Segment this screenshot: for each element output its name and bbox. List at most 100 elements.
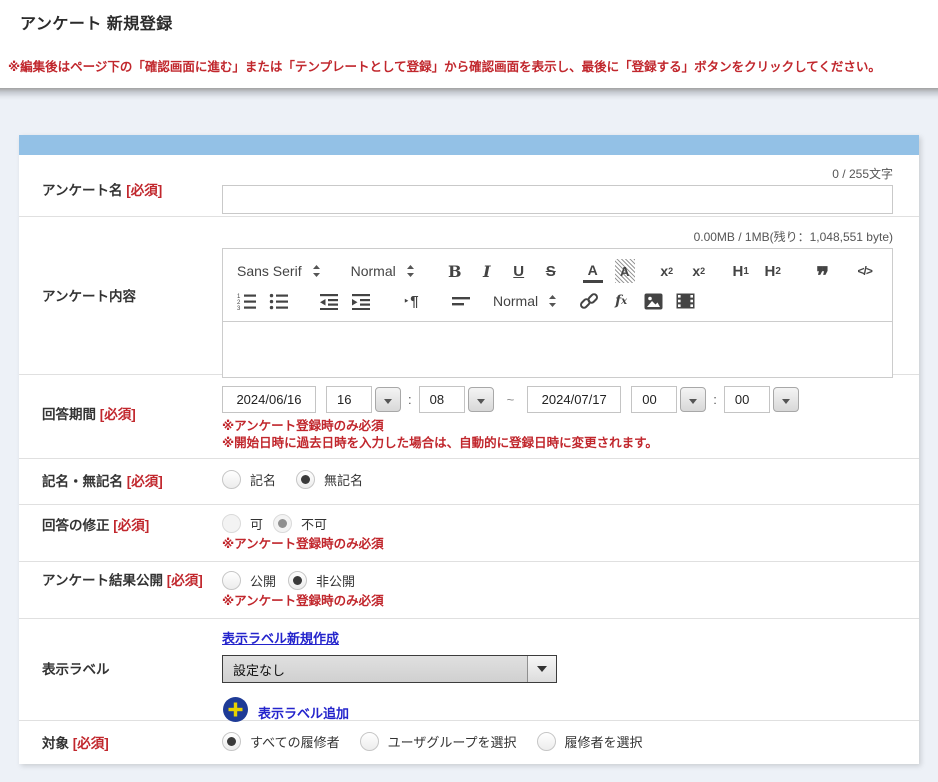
code-block-icon[interactable]: </>: [855, 259, 875, 283]
start-date-input[interactable]: [222, 386, 316, 413]
blockquote-icon[interactable]: ❞: [813, 259, 833, 283]
outdent-icon[interactable]: [319, 289, 339, 313]
text-direction-icon[interactable]: ‣¶: [401, 289, 421, 313]
radio-select-students-label: 履修者を選択: [565, 732, 643, 751]
start-minute-input[interactable]: [419, 386, 465, 413]
page-body: アンケート名 [必須] 0 / 255文字 アンケート内容 0.00MB / 1…: [0, 100, 938, 782]
end-minute-dropdown-button[interactable]: [773, 387, 799, 412]
modify-note: ※アンケート登録時のみ必須: [222, 536, 893, 553]
edit-warning-text: ※編集後はページ下の「確認画面に進む」または「テンプレートとして登録」から確認画…: [8, 56, 918, 75]
panel-header-bar: [19, 135, 919, 155]
editor-content-area[interactable]: [222, 322, 893, 378]
indent-icon[interactable]: [351, 289, 371, 313]
rich-text-editor: Sans Serif Normal B: [222, 248, 893, 378]
survey-name-input[interactable]: [222, 185, 893, 214]
start-hour-input[interactable]: [326, 386, 372, 413]
highlight-color-icon[interactable]: A: [615, 259, 635, 283]
radio-modify-allowed-label: 可: [250, 514, 263, 533]
caret-down-icon: [537, 666, 547, 672]
add-display-label-text: 表示ラベル追加: [258, 703, 349, 722]
radio-anonymous-label: 無記名: [324, 470, 363, 489]
caret-down-icon: [782, 399, 790, 404]
link-icon[interactable]: [579, 289, 599, 313]
required-badge: [必須]: [113, 518, 149, 533]
caret-down-icon: [689, 399, 697, 404]
required-badge: [必須]: [127, 474, 163, 489]
header2-icon[interactable]: H2: [763, 259, 783, 283]
start-minute-dropdown-button[interactable]: [468, 387, 494, 412]
row-answer-period: 回答期間 [必須] : ~: [19, 375, 919, 459]
period-label: 回答期間: [42, 407, 96, 422]
survey-name-label: アンケート名: [42, 183, 122, 198]
editor-toolbar: Sans Serif Normal B: [222, 248, 893, 322]
required-badge: [必須]: [100, 407, 136, 422]
publish-note: ※アンケート登録時のみ必須: [222, 593, 893, 610]
bold-icon[interactable]: B: [445, 259, 465, 283]
superscript-icon[interactable]: x2: [689, 259, 709, 283]
subscript-icon[interactable]: x2: [657, 259, 677, 283]
page-title: アンケート 新規登録: [20, 10, 918, 34]
time-colon: :: [713, 392, 717, 407]
end-hour-input[interactable]: [631, 386, 677, 413]
underline-icon[interactable]: U: [509, 259, 529, 283]
radio-user-group[interactable]: [360, 732, 379, 751]
radio-select-students[interactable]: [537, 732, 556, 751]
row-answer-modify: 回答の修正 [必須] 可 不可 ※アンケート登録時のみ必須: [19, 505, 919, 562]
radio-anonymous[interactable]: [296, 470, 315, 489]
select-dropdown-button[interactable]: [527, 656, 556, 682]
end-hour-dropdown-button[interactable]: [680, 387, 706, 412]
period-note-1: ※アンケート登録時のみ必須: [222, 418, 893, 435]
updown-caret-icon: [548, 294, 557, 308]
text-color-icon[interactable]: A: [583, 259, 603, 283]
required-badge: [必須]: [167, 573, 203, 588]
row-survey-content: アンケート内容 0.00MB / 1MB(残り：1,048,551 byte) …: [19, 217, 919, 375]
radio-private[interactable]: [288, 571, 307, 590]
anonymity-label: 記名・無記名: [42, 474, 123, 489]
updown-caret-icon: [312, 264, 321, 278]
required-badge: [必須]: [73, 736, 109, 751]
end-date-input[interactable]: [527, 386, 621, 413]
display-label-select-value: 設定なし: [223, 660, 527, 679]
radio-user-group-label: ユーザグループを選択: [388, 732, 517, 751]
bullet-list-icon[interactable]: [269, 289, 289, 313]
target-label: 対象: [42, 736, 69, 751]
header-picker[interactable]: Normal: [351, 263, 415, 279]
row-result-publish: アンケート結果公開 [必須] 公開 非公開 ※アンケート登録時のみ必須: [19, 562, 919, 619]
svg-text:3: 3: [237, 306, 241, 310]
strikethrough-icon[interactable]: S: [541, 259, 561, 283]
radio-modify-not-allowed-label: 不可: [301, 514, 327, 533]
radio-signed[interactable]: [222, 470, 241, 489]
create-display-label-link[interactable]: 表示ラベル新規作成: [222, 631, 339, 646]
start-hour-dropdown-button[interactable]: [375, 387, 401, 412]
modify-label: 回答の修正: [42, 518, 110, 533]
italic-icon[interactable]: I: [477, 259, 497, 283]
align-icon[interactable]: [451, 289, 471, 313]
radio-all-students-label: すべての履修者: [250, 732, 340, 751]
video-icon[interactable]: [675, 289, 695, 313]
range-separator: ~: [507, 392, 515, 407]
row-anonymity: 記名・無記名 [必須] 記名 無記名: [19, 459, 919, 505]
lineheight-picker[interactable]: Normal: [493, 293, 557, 309]
font-picker[interactable]: Sans Serif: [237, 263, 321, 279]
header1-icon[interactable]: H1: [731, 259, 751, 283]
required-badge: [必須]: [126, 183, 162, 198]
row-display-label: 表示ラベル 表示ラベル新規作成 設定なし 表示ラベル追加: [19, 619, 919, 721]
formula-icon[interactable]: fx: [611, 289, 631, 313]
end-minute-input[interactable]: [724, 386, 770, 413]
radio-modify-allowed[interactable]: [222, 514, 241, 533]
image-icon[interactable]: [643, 289, 663, 313]
radio-signed-label: 記名: [250, 470, 276, 489]
survey-form-panel: アンケート名 [必須] 0 / 255文字 アンケート内容 0.00MB / 1…: [19, 135, 919, 764]
caret-down-icon: [477, 399, 485, 404]
display-label-select[interactable]: 設定なし: [222, 655, 557, 683]
period-note-2: ※開始日時に過去日時を入力した場合は、自動的に登録日時に変更されます。: [222, 435, 893, 452]
row-target: 対象 [必須] すべての履修者 ユーザグループを選択 履修者を選択: [19, 721, 919, 764]
ordered-list-icon[interactable]: 123: [237, 289, 257, 313]
radio-private-label: 非公開: [316, 571, 355, 590]
updown-caret-icon: [406, 264, 415, 278]
radio-public[interactable]: [222, 571, 241, 590]
radio-all-students[interactable]: [222, 732, 241, 751]
name-char-counter: 0 / 255文字: [222, 165, 893, 182]
radio-modify-not-allowed[interactable]: [273, 514, 292, 533]
page-header: アンケート 新規登録 ※編集後はページ下の「確認画面に進む」または「テンプレート…: [0, 0, 938, 88]
